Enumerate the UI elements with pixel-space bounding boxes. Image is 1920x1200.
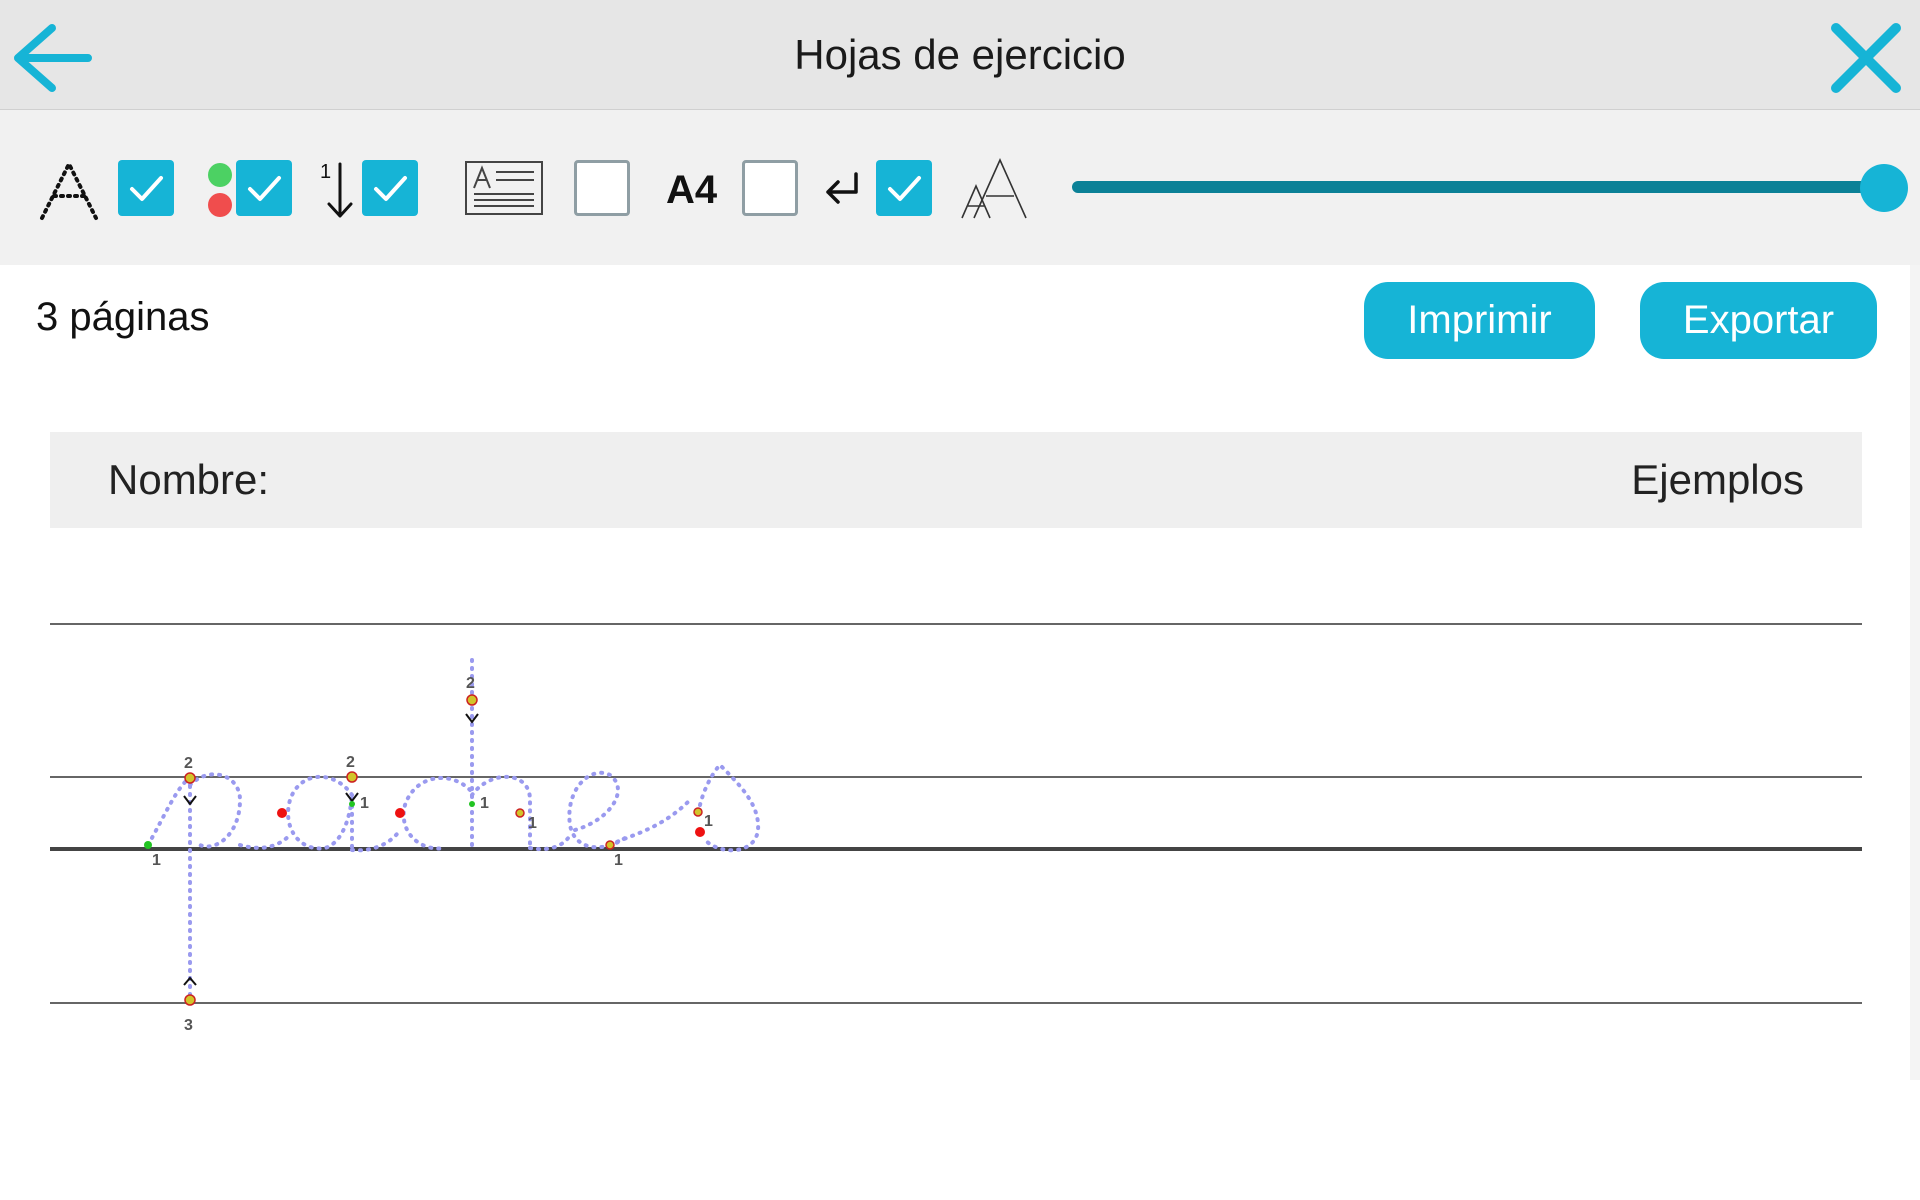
title-bar: Hojas de ejercicio	[0, 0, 1920, 110]
svg-text:1: 1	[320, 161, 331, 183]
traced-word	[146, 658, 761, 1002]
start-end-dots-icon	[208, 163, 232, 217]
svg-text:1: 1	[480, 795, 489, 812]
tracing-worksheet: 1 2 3 2 1 2 1 1 1 1	[50, 623, 1862, 1034]
options-toolbar: 1 A4	[0, 110, 1920, 265]
name-label: Nombre:	[108, 456, 270, 503]
worksheet-header: Nombre: Ejemplos	[50, 432, 1862, 528]
svg-text:2: 2	[184, 755, 193, 772]
svg-text:2: 2	[466, 675, 475, 692]
export-button[interactable]: Exportar	[1640, 282, 1877, 359]
name-field-document-icon	[465, 161, 543, 215]
stroke-order-icon: 1	[320, 161, 353, 218]
svg-text:3: 3	[184, 1017, 193, 1034]
checkmark-icon	[888, 176, 921, 201]
examples-label: Ejemplos	[1631, 456, 1804, 503]
close-button[interactable]	[1826, 18, 1906, 98]
dotted-letters-checkbox[interactable]	[118, 160, 174, 216]
paper-size-label: A4	[666, 168, 718, 212]
svg-text:1: 1	[360, 795, 369, 812]
page-count: 3 páginas	[36, 295, 210, 339]
size-slider-track[interactable]	[1072, 181, 1892, 193]
print-button[interactable]: Imprimir	[1364, 282, 1595, 359]
svg-text:1: 1	[704, 813, 713, 830]
name-field-checkbox[interactable]	[574, 160, 630, 216]
checkmark-icon	[130, 176, 163, 201]
svg-text:1: 1	[614, 852, 623, 869]
svg-text:1: 1	[152, 852, 161, 869]
letter-size-icon	[961, 158, 1027, 219]
page-title: Hojas de ejercicio	[794, 31, 1126, 78]
stroke-order-checkbox[interactable]	[362, 160, 418, 216]
checkmark-icon	[248, 176, 281, 201]
start-end-dots-checkbox[interactable]	[236, 160, 292, 216]
line-break-checkbox[interactable]	[876, 160, 932, 216]
size-slider-thumb[interactable]	[1860, 164, 1908, 212]
paper-size-checkbox[interactable]	[742, 160, 798, 216]
svg-text:1: 1	[528, 815, 537, 832]
dotted-letter-icon	[40, 159, 98, 220]
checkmark-icon	[374, 176, 407, 201]
stroke-markers: 1 2 3 2 1 2 1 1 1 1	[144, 675, 713, 1034]
svg-text:2: 2	[346, 754, 355, 771]
line-break-icon	[826, 172, 858, 204]
close-icon	[1831, 23, 1901, 93]
